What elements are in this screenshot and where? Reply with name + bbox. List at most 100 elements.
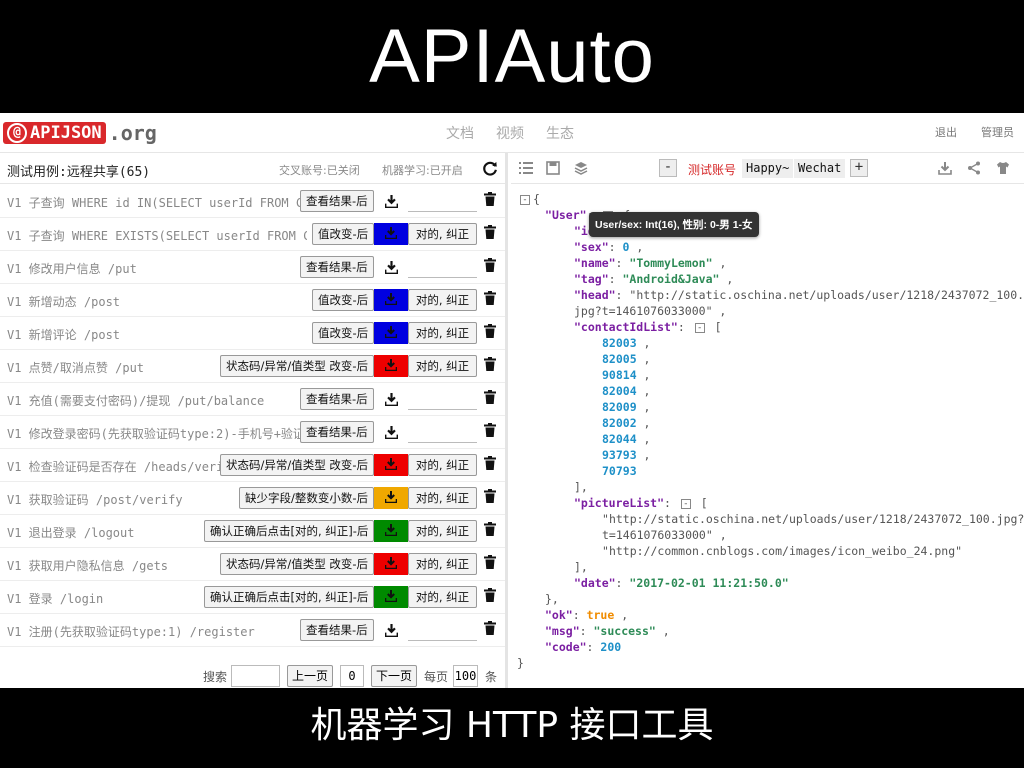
test-case-row[interactable]: V1 新增评论 /post 值改变-后 对的, 纠正 xyxy=(0,317,505,350)
machine-learning-toggle[interactable]: 机器学习:已开启 xyxy=(382,162,463,178)
compare-status-button[interactable]: 缺少字段/整数变小数-后 xyxy=(239,487,375,509)
test-case-row[interactable]: V1 新增动态 /post 值改变-后 对的, 纠正 xyxy=(0,284,505,317)
next-page-button[interactable]: 下一页 xyxy=(371,665,417,687)
test-case-name[interactable]: V1 修改用户信息 /put xyxy=(7,260,307,277)
compare-status-button[interactable]: 状态码/异常/值类型 改变-后 xyxy=(220,355,375,377)
trash-icon[interactable] xyxy=(484,357,496,371)
test-case-row[interactable]: V1 注册(先获取验证码type:1) /register 查看结果-后 xyxy=(0,614,505,647)
test-case-name[interactable]: V1 新增评论 /post xyxy=(7,326,307,343)
test-case-row[interactable]: V1 修改用户信息 /put 查看结果-后 xyxy=(0,251,505,284)
confirm-correct-button[interactable]: 对的, 纠正 xyxy=(408,289,477,311)
layers-icon[interactable] xyxy=(574,161,588,175)
compare-status-button[interactable]: 值改变-后 xyxy=(312,289,375,311)
test-case-row[interactable]: V1 修改登录密码(先获取验证码type:2)-手机号+验证码 查看结果-后 xyxy=(0,416,505,449)
trash-icon[interactable] xyxy=(484,588,496,602)
account-happy[interactable]: Happy~ xyxy=(742,159,794,178)
page-input[interactable]: 0 xyxy=(340,665,364,687)
test-case-name[interactable]: V1 新增动态 /post xyxy=(7,293,307,310)
share-icon[interactable] xyxy=(967,161,981,175)
per-page-input[interactable]: 100 xyxy=(453,665,478,687)
trash-icon[interactable] xyxy=(484,621,496,635)
trash-icon[interactable] xyxy=(484,258,496,272)
save-icon[interactable] xyxy=(546,161,560,175)
compare-status-swatch[interactable] xyxy=(374,322,408,344)
compare-status-button[interactable]: 确认正确后点击[对的, 纠正]-后 xyxy=(204,520,375,542)
compare-status-swatch[interactable] xyxy=(374,223,408,245)
test-case-title[interactable]: 测试用例:远程共享(65) xyxy=(7,161,150,180)
trash-icon[interactable] xyxy=(484,324,496,338)
prev-page-button[interactable]: 上一页 xyxy=(287,665,333,687)
view-result-button[interactable]: 查看结果-后 xyxy=(300,190,374,212)
json-response-view[interactable]: -{ "User": - { "id": 38710 , "sex": 0 , … xyxy=(511,185,1024,685)
remove-account-button[interactable]: - xyxy=(659,159,677,177)
cross-account-toggle[interactable]: 交叉账号:已关闭 xyxy=(279,162,360,178)
view-result-button[interactable]: 查看结果-后 xyxy=(300,421,374,443)
compare-status-button[interactable]: 状态码/异常/值类型 改变-后 xyxy=(220,454,375,476)
test-case-row[interactable]: V1 充值(需要支付密码)/提现 /put/balance 查看结果-后 xyxy=(0,383,505,416)
compare-status-button[interactable]: 确认正确后点击[对的, 纠正]-后 xyxy=(204,586,375,608)
compare-status-swatch[interactable] xyxy=(374,454,408,476)
trash-icon[interactable] xyxy=(484,423,496,437)
download-icon[interactable] xyxy=(385,261,398,274)
logo[interactable]: @ APIJSON .org xyxy=(3,121,157,145)
download-icon[interactable] xyxy=(385,426,398,439)
download-icon[interactable] xyxy=(385,624,398,637)
download-icon[interactable] xyxy=(385,195,398,208)
test-case-row[interactable]: V1 点赞/取消点赞 /put 状态码/异常/值类型 改变-后 对的, 纠正 xyxy=(0,350,505,383)
compare-status-swatch[interactable] xyxy=(374,289,408,311)
download-icon[interactable] xyxy=(938,161,952,175)
compare-status-swatch[interactable] xyxy=(374,520,408,542)
refresh-icon[interactable] xyxy=(481,159,499,177)
trash-icon[interactable] xyxy=(484,390,496,404)
view-result-button[interactable]: 查看结果-后 xyxy=(300,256,374,278)
confirm-correct-button[interactable]: 对的, 纠正 xyxy=(408,454,477,476)
compare-status-swatch[interactable] xyxy=(374,586,408,608)
test-case-name[interactable]: V1 充值(需要支付密码)/提现 /put/balance xyxy=(7,392,307,409)
test-case-name[interactable]: V1 注册(先获取验证码type:1) /register xyxy=(7,623,307,640)
confirm-correct-button[interactable]: 对的, 纠正 xyxy=(408,553,477,575)
test-case-row[interactable]: V1 子查询 WHERE id IN(SELECT userId FROM Co… xyxy=(0,185,505,218)
collapse-toggle-icon[interactable]: - xyxy=(694,322,705,333)
trash-icon[interactable] xyxy=(484,291,496,305)
shirt-icon[interactable] xyxy=(996,161,1010,175)
compare-status-swatch[interactable] xyxy=(374,355,408,377)
test-case-row[interactable]: V1 登录 /login 确认正确后点击[对的, 纠正]-后 对的, 纠正 xyxy=(0,581,505,614)
sort-list-icon[interactable] xyxy=(519,161,533,175)
collapse-toggle-icon[interactable]: - xyxy=(680,498,691,509)
compare-status-button[interactable]: 值改变-后 xyxy=(312,223,375,245)
confirm-correct-button[interactable]: 对的, 纠正 xyxy=(408,487,477,509)
trash-icon[interactable] xyxy=(484,489,496,503)
confirm-correct-button[interactable]: 对的, 纠正 xyxy=(408,355,477,377)
compare-status-swatch[interactable] xyxy=(374,553,408,575)
compare-status-swatch[interactable] xyxy=(374,487,408,509)
compare-status-button[interactable]: 值改变-后 xyxy=(312,322,375,344)
compare-status-button[interactable]: 状态码/异常/值类型 改变-后 xyxy=(220,553,375,575)
trash-icon[interactable] xyxy=(484,192,496,206)
search-input[interactable] xyxy=(231,665,280,687)
add-account-button[interactable]: + xyxy=(850,159,868,177)
view-result-button[interactable]: 查看结果-后 xyxy=(300,619,374,641)
admin-link[interactable]: 管理员 xyxy=(981,124,1014,140)
confirm-correct-button[interactable]: 对的, 纠正 xyxy=(408,322,477,344)
test-case-row[interactable]: V1 退出登录 /logout 确认正确后点击[对的, 纠正]-后 对的, 纠正 xyxy=(0,515,505,548)
nav-link-docs[interactable]: 文档 xyxy=(446,123,474,143)
test-case-name[interactable]: V1 子查询 WHERE EXISTS(SELECT userId FROM C… xyxy=(7,227,307,244)
logout-link[interactable]: 退出 xyxy=(935,124,957,140)
test-case-name[interactable]: V1 子查询 WHERE id IN(SELECT userId FROM Co… xyxy=(7,194,307,211)
trash-icon[interactable] xyxy=(484,522,496,536)
trash-icon[interactable] xyxy=(484,555,496,569)
collapse-toggle-icon[interactable]: - xyxy=(520,194,530,205)
confirm-correct-button[interactable]: 对的, 纠正 xyxy=(408,223,477,245)
view-result-button[interactable]: 查看结果-后 xyxy=(300,388,374,410)
test-case-row[interactable]: V1 子查询 WHERE EXISTS(SELECT userId FROM C… xyxy=(0,218,505,251)
test-case-row[interactable]: V1 检查验证码是否存在 /heads/verify 状态码/异常/值类型 改变-… xyxy=(0,449,505,482)
account-wechat[interactable]: Wechat xyxy=(794,159,846,178)
trash-icon[interactable] xyxy=(484,225,496,239)
test-case-name[interactable]: V1 修改登录密码(先获取验证码type:2)-手机号+验证码 xyxy=(7,425,307,442)
nav-link-ecosystem[interactable]: 生态 xyxy=(546,123,574,143)
confirm-correct-button[interactable]: 对的, 纠正 xyxy=(408,586,477,608)
test-case-row[interactable]: V1 获取验证码 /post/verify 缺少字段/整数变小数-后 对的, 纠正 xyxy=(0,482,505,515)
trash-icon[interactable] xyxy=(484,456,496,470)
nav-link-video[interactable]: 视频 xyxy=(496,123,524,143)
confirm-correct-button[interactable]: 对的, 纠正 xyxy=(408,520,477,542)
